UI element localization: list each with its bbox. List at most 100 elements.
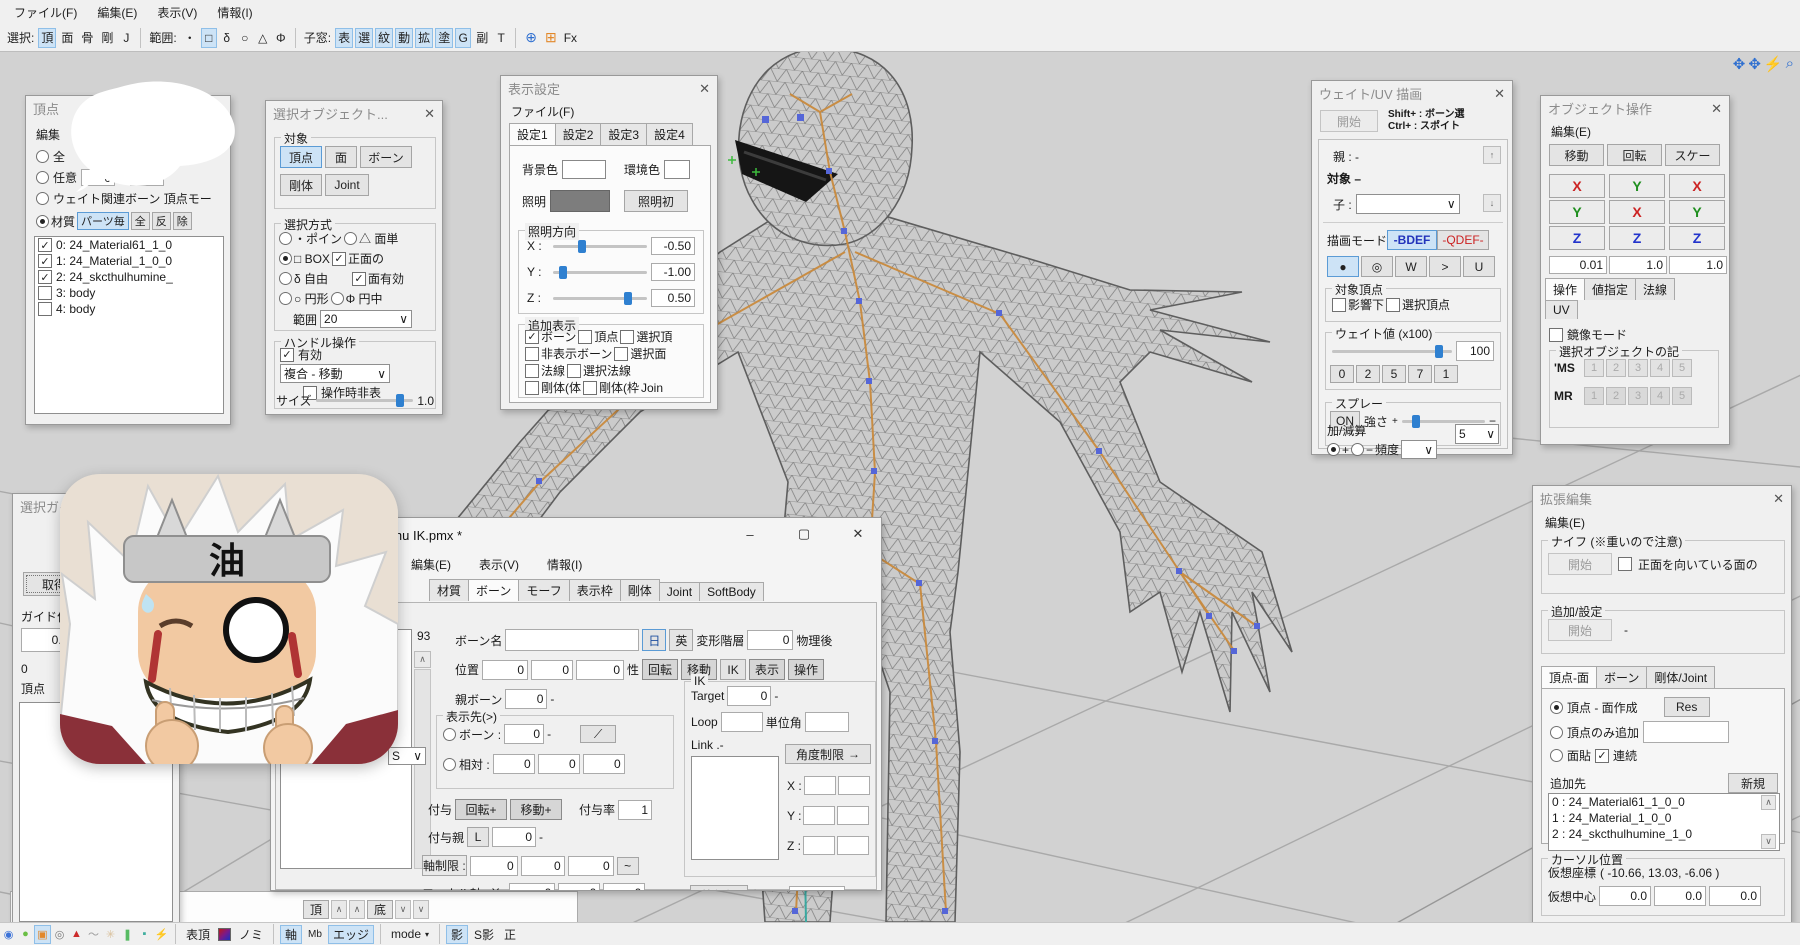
slider-thumb[interactable]	[578, 240, 586, 253]
target-icon[interactable]: ⊕	[522, 28, 540, 48]
pos-x-input[interactable]: 0	[482, 660, 528, 680]
center-z-input[interactable]: 0.0	[1709, 886, 1761, 906]
sel-vertex-checkbox[interactable]	[620, 330, 634, 344]
quick-75-button[interactable]: 7	[1408, 365, 1432, 383]
tab-joint[interactable]: Joint	[659, 582, 700, 601]
add-radio[interactable]	[1327, 443, 1340, 456]
rotate-step-input[interactable]: 1.0	[1609, 256, 1667, 274]
move-step-input[interactable]: 0.01	[1549, 256, 1607, 274]
radio-weight-bone[interactable]	[36, 192, 49, 205]
hidden-bone-checkbox[interactable]	[525, 347, 539, 361]
offset-y-input[interactable]: 0	[538, 754, 580, 774]
close-icon[interactable]: ✕	[699, 82, 710, 95]
offset-x-input[interactable]: 0	[493, 754, 535, 774]
axis-z-input[interactable]: 0	[568, 856, 614, 876]
flag-ik-button[interactable]: IK	[720, 659, 746, 680]
light-color-swatch[interactable]	[550, 190, 610, 212]
bdef-button[interactable]: -BDEF	[1387, 230, 1437, 250]
ms-2-button[interactable]: 2	[1606, 359, 1626, 377]
tab-vertex-face[interactable]: 頂点-面	[1541, 666, 1597, 688]
tab-settings3[interactable]: 設定3	[600, 123, 647, 145]
dot-green-icon[interactable]: ●	[17, 925, 34, 944]
panel-titlebar[interactable]: オブジェクト操作 ✕	[1541, 96, 1729, 120]
bolt-icon[interactable]: ⚡	[1764, 55, 1783, 73]
light-x-slider[interactable]	[553, 245, 647, 248]
close-icon[interactable]: ✕	[1773, 492, 1784, 505]
mr-1-button[interactable]: 1	[1584, 387, 1604, 405]
subwin-t-button[interactable]: T	[493, 28, 509, 48]
target-face-button[interactable]: 面	[325, 146, 357, 168]
tilde-button[interactable]: ~	[617, 857, 639, 875]
checkbox[interactable]: ✓	[38, 238, 52, 252]
checkbox[interactable]	[38, 302, 52, 316]
vertex-color-gradient-swatch[interactable]	[218, 928, 231, 941]
select-vertex-button[interactable]: 頂	[38, 28, 56, 48]
grant-rotate-button[interactable]: 回転+	[455, 799, 507, 820]
down-scroll-button[interactable]: ∨	[395, 900, 411, 919]
weight-slider[interactable]	[1332, 350, 1452, 353]
edit-menu[interactable]: 編集(E)	[1545, 514, 1585, 531]
radio-point[interactable]	[279, 232, 292, 245]
env-color-swatch[interactable]	[664, 160, 690, 179]
all-button[interactable]: 全	[131, 212, 150, 230]
mr-5-button[interactable]: 5	[1672, 387, 1692, 405]
center-x-input[interactable]: 0.0	[1599, 886, 1651, 906]
quick-25-button[interactable]: 2	[1356, 365, 1380, 383]
quick-50-button[interactable]: 5	[1382, 365, 1406, 383]
angle-x1-input[interactable]	[804, 776, 836, 795]
nomi-button[interactable]: ノミ	[235, 925, 267, 944]
external-parent-button[interactable]: 外部親	[690, 885, 748, 891]
axis-button[interactable]: Y	[1609, 174, 1665, 198]
radio-face-unit[interactable]	[344, 232, 357, 245]
qdef-button[interactable]: -QDEF-	[1437, 230, 1489, 250]
knife-start-button[interactable]: 開始	[1548, 553, 1612, 575]
axis-x-input[interactable]: 0	[470, 856, 518, 876]
mr-3-button[interactable]: 3	[1628, 387, 1648, 405]
range-box-button[interactable]: □	[201, 28, 217, 48]
offset-z-input[interactable]: 0	[583, 754, 625, 774]
brush-w-button[interactable]: W	[1395, 256, 1427, 277]
per-part-button[interactable]: パーツ毎	[77, 212, 129, 230]
radio-all[interactable]	[36, 150, 49, 163]
tab-softbody[interactable]: SoftBody	[699, 582, 764, 601]
local-x2-input[interactable]: 0	[558, 883, 600, 891]
list-item[interactable]: ✓1: 24_Material_1_0_0	[35, 253, 223, 269]
material-list[interactable]: ✓0: 24_Material61_1_0 ✓1: 24_Material_1_…	[34, 236, 224, 414]
subwin-paint-button[interactable]: 塗	[435, 28, 453, 48]
target-blue-icon[interactable]: ◉	[0, 925, 17, 944]
shadow-toggle-button[interactable]: 影	[446, 925, 468, 944]
down-arrow-button[interactable]: ↓	[1483, 194, 1501, 212]
tab-operate[interactable]: 操作	[1545, 278, 1585, 300]
radio-circle-center[interactable]	[331, 292, 344, 305]
pos-y-input[interactable]: 0	[531, 660, 573, 680]
diagonal-icon[interactable]: ⟋	[580, 725, 616, 743]
selected-vertex-checkbox[interactable]	[1386, 298, 1400, 312]
list-item[interactable]: ✓2: 24_skcthulhumine_	[35, 269, 223, 285]
range-point-button[interactable]: ・	[181, 28, 199, 48]
tab-normal[interactable]: 法線	[1635, 278, 1675, 300]
list-top-button[interactable]: 頂	[303, 900, 329, 919]
grant-parent-input[interactable]: 0	[492, 827, 536, 847]
ms-4-button[interactable]: 4	[1650, 359, 1670, 377]
edge-toggle-button[interactable]: エッジ	[328, 925, 374, 944]
axis-button[interactable]: X	[1609, 200, 1665, 224]
up-arrow-button[interactable]: ↑	[1483, 146, 1501, 164]
panel-titlebar[interactable]: ウェイト/UV 描画 ✕	[1312, 81, 1512, 105]
pmx-menu-view[interactable]: 表示(V)	[479, 556, 519, 573]
create-face-radio[interactable]	[1550, 701, 1563, 714]
quick-0-button[interactable]: 0	[1330, 365, 1354, 383]
grid-icon[interactable]: ⊞	[542, 28, 560, 48]
checkbox[interactable]	[38, 286, 52, 300]
chevron-down-icon[interactable]: ∨	[399, 312, 408, 326]
local-x1-input[interactable]: 0	[509, 883, 555, 891]
tab-settings4[interactable]: 設定4	[646, 123, 693, 145]
radio-any[interactable]	[36, 171, 49, 184]
rotate-button[interactable]: 回転	[1607, 144, 1662, 166]
list-item[interactable]: 3: body	[35, 285, 223, 301]
up-scroll-button[interactable]: ∧	[331, 900, 347, 919]
mr-2-button[interactable]: 2	[1606, 387, 1626, 405]
radio-free[interactable]	[279, 272, 292, 285]
res-button[interactable]: Res	[1664, 697, 1710, 717]
front-face-checkbox[interactable]	[1618, 557, 1632, 571]
deform-input[interactable]: 0	[747, 630, 793, 650]
